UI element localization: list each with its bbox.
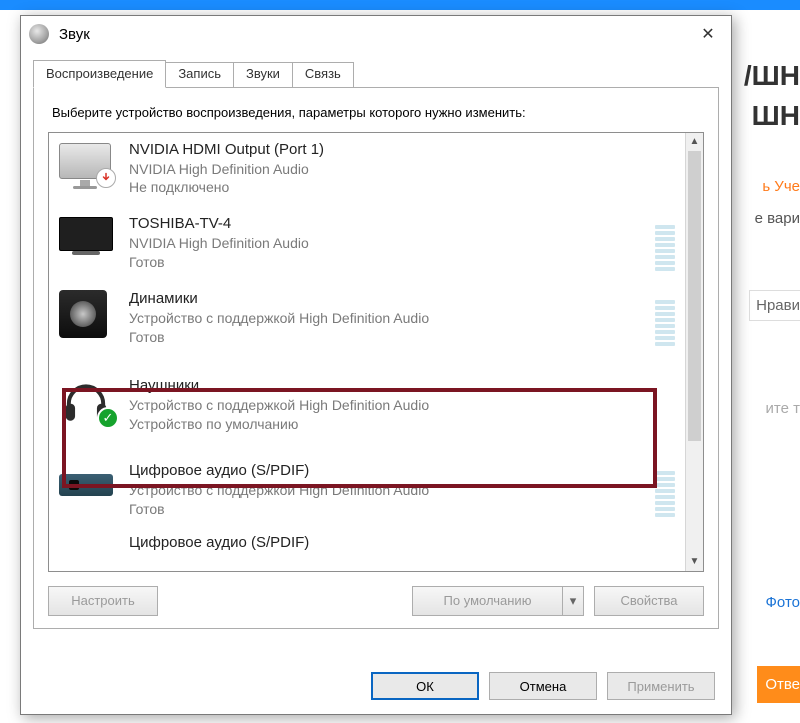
spdif-icon bbox=[59, 534, 115, 570]
bg-like[interactable]: Нрави bbox=[749, 290, 800, 321]
sound-dialog: Звук ✕ Воспроизведение Запись Звуки Связ… bbox=[20, 15, 732, 715]
instruction-text: Выберите устройство воспроизведения, пар… bbox=[52, 104, 700, 122]
tabstrip: Воспроизведение Запись Звуки Связь bbox=[33, 60, 719, 88]
device-subtitle: NVIDIA High Definition Audio bbox=[129, 234, 641, 253]
speaker-icon bbox=[59, 290, 115, 340]
tab-sounds[interactable]: Звуки bbox=[233, 62, 293, 90]
close-icon: ✕ bbox=[701, 24, 714, 44]
configure-button[interactable]: Настроить bbox=[48, 586, 158, 616]
bg-hint: ите т bbox=[766, 400, 800, 417]
device-item[interactable]: TOSHIBA-TV-4 NVIDIA High Definition Audi… bbox=[49, 207, 685, 282]
scroll-up-button[interactable]: ▲ bbox=[686, 133, 703, 151]
scroll-thumb[interactable] bbox=[688, 151, 701, 441]
cancel-button[interactable]: Отмена bbox=[489, 672, 597, 700]
dialog-title: Звук bbox=[59, 26, 90, 43]
panel-button-row: Настроить По умолчанию ▾ Свойства bbox=[48, 586, 704, 616]
device-list-content: NVIDIA HDMI Output (Port 1) NVIDIA High … bbox=[49, 133, 685, 571]
device-status: Готов bbox=[129, 253, 641, 272]
ok-button[interactable]: ОК bbox=[371, 672, 479, 700]
device-title: TOSHIBA-TV-4 bbox=[129, 215, 641, 232]
scroll-track[interactable] bbox=[686, 151, 703, 553]
device-subtitle: NVIDIA High Definition Audio bbox=[129, 160, 675, 179]
close-button[interactable]: ✕ bbox=[685, 18, 731, 50]
chevron-down-icon[interactable]: ▾ bbox=[562, 586, 584, 616]
device-status: Устройство по умолчанию bbox=[129, 415, 675, 434]
titlebar: Звук ✕ bbox=[21, 16, 731, 52]
device-status: Готов bbox=[129, 500, 641, 519]
device-item[interactable]: Цифровое аудио (S/PDIF) Устройство с под… bbox=[49, 454, 685, 529]
device-subtitle: Устройство с поддержкой High Definition … bbox=[129, 396, 675, 415]
bg-answer-button[interactable]: Отве bbox=[757, 666, 800, 703]
bg-photo-link[interactable]: Фото bbox=[766, 594, 800, 611]
device-listbox[interactable]: NVIDIA HDMI Output (Port 1) NVIDIA High … bbox=[48, 132, 704, 572]
tab-comm[interactable]: Связь bbox=[292, 62, 354, 90]
sound-icon bbox=[29, 24, 49, 44]
tab-playback[interactable]: Воспроизведение bbox=[33, 60, 166, 88]
tab-recording[interactable]: Запись bbox=[165, 62, 234, 90]
device-title: Цифровое аудио (S/PDIF) bbox=[129, 534, 675, 551]
device-title: Цифровое аудио (S/PDIF) bbox=[129, 462, 641, 479]
set-default-split-button[interactable]: По умолчанию ▾ bbox=[412, 586, 584, 616]
background-top-bar bbox=[0, 0, 800, 10]
device-item[interactable]: Динамики Устройство с поддержкой High De… bbox=[49, 282, 685, 357]
check-icon: ✓ bbox=[97, 407, 119, 429]
bg-heading-1: /ШН bbox=[744, 60, 800, 92]
device-item-partial[interactable]: Цифровое аудио (S/PDIF) bbox=[49, 526, 685, 570]
device-item[interactable]: NVIDIA HDMI Output (Port 1) NVIDIA High … bbox=[49, 133, 685, 208]
vu-meter bbox=[655, 217, 675, 271]
properties-button[interactable]: Свойства bbox=[594, 586, 704, 616]
background-page-fragment: /ШН ШН ь Уче е вари Нрави ите т Фото bbox=[740, 0, 800, 723]
device-status: Готов bbox=[129, 328, 641, 347]
headphones-icon: ✓ bbox=[59, 377, 115, 427]
device-title: NVIDIA HDMI Output (Port 1) bbox=[129, 141, 675, 158]
scroll-down-button[interactable]: ▼ bbox=[686, 553, 703, 571]
bg-heading-2: ШН bbox=[752, 100, 800, 132]
spdif-icon bbox=[59, 462, 115, 512]
scrollbar[interactable]: ▲ ▼ bbox=[685, 133, 703, 571]
device-item-default[interactable]: ✓ Наушники Устройство с поддержкой High … bbox=[49, 357, 685, 454]
tv-icon bbox=[59, 215, 115, 265]
bg-line-1: ь Уче bbox=[762, 178, 800, 195]
tabs-container: Воспроизведение Запись Звуки Связь Выбер… bbox=[21, 52, 731, 629]
device-status: Не подключено bbox=[129, 178, 675, 197]
vu-meter bbox=[655, 292, 675, 346]
arrow-down-icon bbox=[96, 168, 116, 188]
dialog-footer: ОК Отмена Применить bbox=[21, 660, 731, 714]
device-subtitle: Устройство с поддержкой High Definition … bbox=[129, 481, 641, 500]
monitor-icon bbox=[59, 141, 115, 191]
set-default-button[interactable]: По умолчанию bbox=[412, 586, 562, 616]
bg-line-2: е вари bbox=[755, 210, 800, 227]
vu-meter bbox=[655, 463, 675, 517]
device-listbox-wrap: NVIDIA HDMI Output (Port 1) NVIDIA High … bbox=[48, 132, 704, 572]
device-title: Динамики bbox=[129, 290, 641, 307]
apply-button[interactable]: Применить bbox=[607, 672, 715, 700]
device-title: Наушники bbox=[129, 377, 675, 394]
tab-panel-playback: Выберите устройство воспроизведения, пар… bbox=[33, 87, 719, 629]
device-subtitle: Устройство с поддержкой High Definition … bbox=[129, 309, 641, 328]
